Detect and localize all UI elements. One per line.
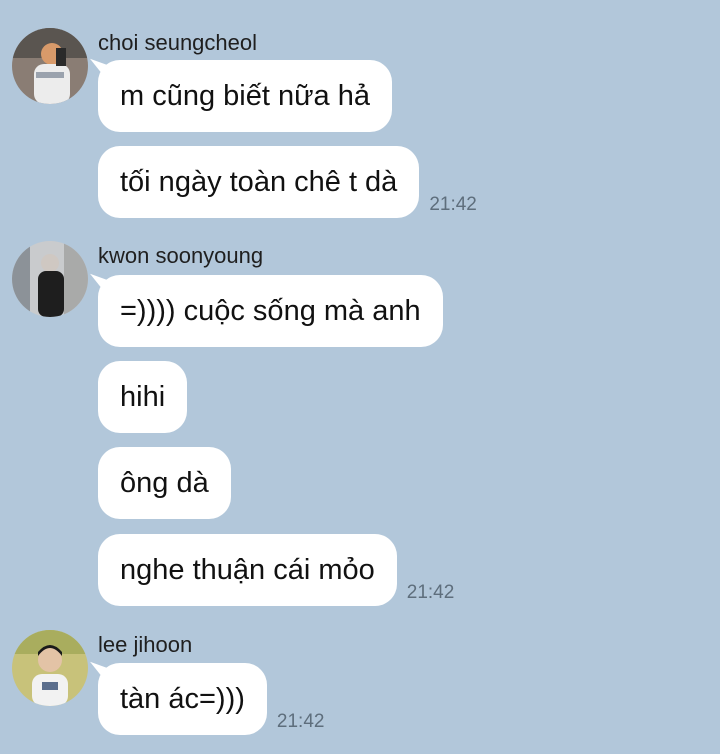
message-row: tàn ác=))) 21:42 [98, 663, 324, 735]
user-avatar-photo-icon [12, 28, 88, 104]
avatar[interactable] [12, 28, 88, 104]
message-bubble[interactable]: =)))) cuộc sống mà anh [98, 275, 443, 347]
message-timestamp: 21:42 [406, 582, 455, 603]
avatar[interactable] [12, 241, 88, 317]
message-bubble[interactable]: m cũng biết nữa hả [98, 60, 392, 132]
message-bubble[interactable]: ông dà [98, 447, 231, 519]
sender-name: lee jihoon [98, 632, 193, 657]
message-timestamp: 21:42 [276, 711, 325, 732]
user-avatar-photo-icon [12, 241, 88, 317]
message-bubble[interactable]: tàn ác=))) [98, 663, 267, 735]
message-row: ông dà [98, 447, 231, 519]
chat-view: choi seungcheol m cũng biết nữa hả tối n… [0, 0, 720, 754]
message-row: hihi [98, 361, 188, 433]
message-row: nghe thuận cái mỏo 21:42 [98, 534, 454, 606]
message-bubble[interactable]: tối ngày toàn chê t dà [98, 146, 420, 218]
sender-name: kwon soonyoung [98, 243, 264, 268]
message-row: m cũng biết nữa hả [98, 60, 392, 132]
message-row: =)))) cuộc sống mà anh [98, 275, 443, 347]
message-timestamp: 21:42 [429, 194, 477, 215]
message-bubble[interactable]: nghe thuận cái mỏo [98, 534, 397, 606]
sender-name: choi seungcheol [98, 30, 258, 55]
avatar[interactable] [12, 630, 88, 706]
message-bubble[interactable]: hihi [98, 361, 188, 433]
message-row: tối ngày toàn chê t dà 21:42 [98, 146, 477, 218]
user-avatar-photo-icon [12, 630, 88, 706]
